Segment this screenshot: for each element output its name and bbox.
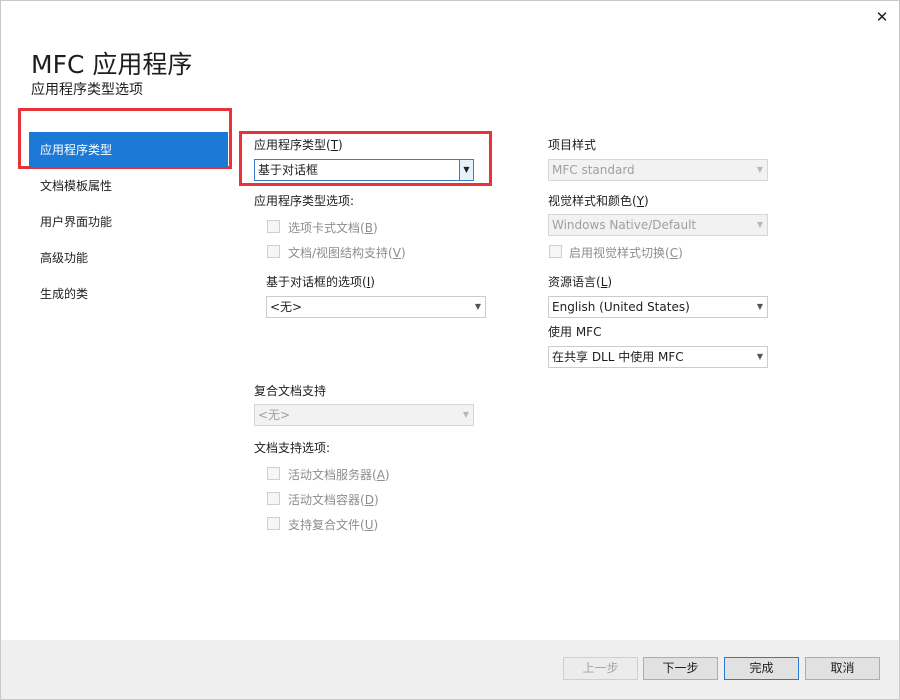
sidebar-nav: 应用程序类型 文档模板属性 用户界面功能 高级功能 生成的类	[29, 132, 228, 312]
project-style-dropdown[interactable]: MFC standard ▼	[548, 159, 768, 181]
cancel-button[interactable]: 取消	[805, 657, 880, 680]
resource-language-label: 资源语言(L)	[548, 275, 613, 289]
mfc-wizard-window: ✕ MFC 应用程序 应用程序类型选项 应用程序类型 文档模板属性 用户界面功能…	[0, 0, 900, 700]
resource-language-value: English (United States)	[552, 300, 690, 314]
project-style-label: 项目样式	[548, 138, 597, 152]
tabbed-docs-label: 选项卡式文档(B)	[288, 221, 378, 235]
next-button[interactable]: 下一步	[643, 657, 718, 680]
app-type-label: 应用程序类型(T)	[254, 138, 343, 152]
page-subtitle: 应用程序类型选项	[31, 82, 143, 98]
chevron-down-icon: ▼	[756, 220, 763, 229]
dialog-options-label: 基于对话框的选项(I)	[266, 275, 375, 289]
prev-button[interactable]: 上一步	[563, 657, 638, 680]
use-mfc-dropdown[interactable]: 在共享 DLL 中使用 MFC ▼	[548, 346, 768, 368]
sidebar-item-doc-template[interactable]: 文档模板属性	[29, 168, 228, 204]
active-container-label: 活动文档容器(D)	[288, 493, 379, 507]
docview-label: 文档/视图结构支持(V)	[288, 246, 406, 260]
dialog-options-value: <无>	[270, 300, 303, 314]
app-type-options-label: 应用程序类型选项:	[254, 194, 355, 208]
use-mfc-value: 在共享 DLL 中使用 MFC	[552, 350, 684, 364]
visual-style-dropdown[interactable]: Windows Native/Default ▼	[548, 214, 768, 236]
compound-doc-label: 复合文档支持	[254, 384, 327, 398]
chevron-down-icon: ▼	[756, 165, 763, 174]
chevron-down-icon: ▼	[474, 302, 481, 311]
visual-style-value: Windows Native/Default	[552, 218, 697, 232]
compound-doc-value: <无>	[258, 408, 291, 422]
chevron-down-icon: ▼	[462, 410, 469, 419]
tabbed-docs-checkbox[interactable]	[267, 220, 280, 233]
dialog-options-dropdown[interactable]: <无> ▼	[266, 296, 486, 318]
chevron-down-icon[interactable]: ▼	[459, 160, 473, 180]
chevron-down-icon: ▼	[756, 352, 763, 361]
active-server-checkbox[interactable]	[267, 467, 280, 480]
sidebar-item-advanced[interactable]: 高级功能	[29, 240, 228, 276]
visual-style-label: 视觉样式和颜色(Y)	[548, 194, 649, 208]
compound-doc-dropdown[interactable]: <无> ▼	[254, 404, 474, 426]
sidebar-item-app-type[interactable]: 应用程序类型	[29, 132, 228, 168]
page-title: MFC 应用程序	[31, 50, 193, 79]
sidebar-item-ui-features[interactable]: 用户界面功能	[29, 204, 228, 240]
app-type-value: 基于对话框	[258, 163, 319, 177]
chevron-down-icon: ▼	[756, 302, 763, 311]
finish-button[interactable]: 完成	[724, 657, 799, 680]
active-server-label: 活动文档服务器(A)	[288, 468, 390, 482]
resource-language-dropdown[interactable]: English (United States) ▼	[548, 296, 768, 318]
use-mfc-label: 使用 MFC	[548, 325, 602, 339]
sidebar-item-generated-classes[interactable]: 生成的类	[29, 276, 228, 312]
project-style-value: MFC standard	[552, 163, 635, 177]
close-icon[interactable]: ✕	[875, 9, 889, 25]
app-type-dropdown[interactable]: 基于对话框 ▼	[254, 159, 474, 181]
compound-files-checkbox[interactable]	[267, 517, 280, 530]
enable-visual-switch-label: 启用视觉样式切换(C)	[569, 246, 683, 260]
compound-files-label: 支持复合文件(U)	[288, 518, 379, 532]
doc-support-options-label: 文档支持选项:	[254, 441, 331, 455]
docview-checkbox[interactable]	[267, 245, 280, 258]
active-container-checkbox[interactable]	[267, 492, 280, 505]
enable-visual-switch-checkbox[interactable]	[549, 245, 562, 258]
